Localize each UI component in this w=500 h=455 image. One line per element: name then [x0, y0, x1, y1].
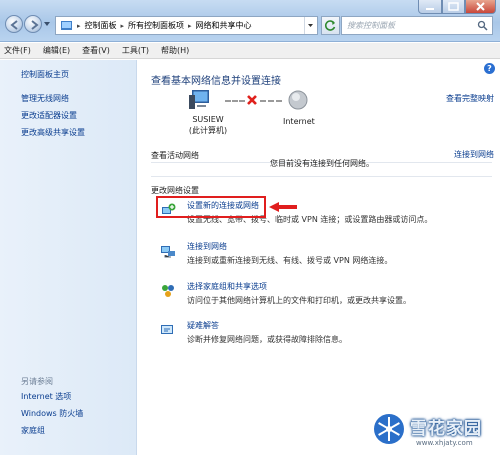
see-also-firewall[interactable]: Windows 防火墙: [21, 408, 83, 420]
watermark: 雪花家园 www.xhjaty.com: [372, 412, 497, 452]
see-also-title: 另请参阅: [21, 377, 53, 386]
task-title[interactable]: 选择家庭组和共享选项: [187, 281, 267, 292]
connection-line: [225, 100, 245, 102]
menu-view[interactable]: 查看(V): [82, 45, 110, 56]
address-field[interactable]: ▸ 控制面板 ▸ 所有控制面板项 ▸ 网络和共享中心: [55, 16, 318, 35]
snowflake-logo-icon: [374, 414, 404, 444]
task-title[interactable]: 疑难解答: [187, 320, 219, 331]
address-bar: ▸ 控制面板 ▸ 所有控制面板项 ▸ 网络和共享中心 搜索控制面板: [0, 0, 500, 42]
chevron-down-icon: [308, 24, 313, 27]
change-settings-title: 更改网络设置: [151, 186, 199, 195]
breadcrumb-separator: ▸: [188, 21, 192, 30]
forward-button[interactable]: [24, 15, 42, 33]
main-content: ? 查看基本网络信息并设置连接 查看完整映射 SUSIEW (此计算机) Int…: [138, 60, 500, 455]
maximize-button[interactable]: [442, 0, 465, 14]
menu-tools[interactable]: 工具(T): [122, 45, 149, 56]
refresh-icon: [324, 20, 336, 31]
see-also-links: Internet 选项 Windows 防火墙 家庭组: [21, 391, 83, 442]
watermark-title: 雪花家园: [410, 419, 482, 439]
breadcrumb-network-center[interactable]: 网络和共享中心: [196, 20, 252, 31]
page-title: 查看基本网络信息并设置连接: [151, 76, 281, 87]
computer-sub: (此计算机): [188, 126, 228, 135]
task-desc: 诊断并修复网络问题，或获得故障排除信息。: [187, 335, 347, 344]
breadcrumb-all-items[interactable]: 所有控制面板项: [128, 20, 184, 31]
minimize-icon: [426, 8, 434, 10]
connect-network-link[interactable]: 连接到网络: [454, 149, 494, 160]
task-desc: 连接到或重新连接到无线、有线、拨号或 VPN 网络连接。: [187, 256, 393, 265]
highlight-box: [156, 196, 266, 218]
arrow-left-icon: [10, 20, 18, 30]
maximize-icon: [448, 2, 459, 11]
close-button[interactable]: [465, 0, 496, 14]
computer-icon: [189, 90, 209, 109]
arrow-right-icon: [31, 20, 39, 30]
breadcrumb-control-panel[interactable]: 控制面板: [85, 20, 117, 31]
sidebar-item-advanced-sharing[interactable]: 更改高级共享设置: [21, 127, 85, 139]
task-title[interactable]: 连接到网络: [187, 241, 227, 252]
active-networks-title: 查看活动网络: [151, 151, 199, 160]
sidebar-home-link[interactable]: 控制面板主页: [21, 69, 69, 80]
connect-network-icon: [161, 246, 175, 258]
network-diagram: SUSIEW (此计算机) Internet: [188, 89, 388, 145]
address-dropdown-button[interactable]: [304, 17, 317, 34]
search-input[interactable]: 搜索控制面板: [341, 16, 493, 35]
close-icon: [476, 2, 485, 11]
menu-file[interactable]: 文件(F): [4, 45, 31, 56]
task-desc: 访问位于其他网络计算机上的文件和打印机，或更改共享设置。: [187, 296, 411, 305]
see-also-internet-options[interactable]: Internet 选项: [21, 391, 83, 403]
computer-name: SUSIEW: [192, 115, 224, 124]
menu-edit[interactable]: 编辑(E): [43, 45, 70, 56]
breadcrumb-separator: ▸: [120, 21, 125, 30]
search-placeholder: 搜索控制面板: [347, 21, 395, 30]
history-dropdown-icon[interactable]: [44, 21, 50, 27]
control-panel-icon: [61, 21, 72, 30]
troubleshoot-icon: [161, 325, 173, 334]
back-button[interactable]: [5, 15, 23, 33]
watermark-url: www.xhjaty.com: [416, 439, 473, 447]
sidebar-item-manage-wireless[interactable]: 管理无线网络: [21, 93, 85, 105]
connection-line: [260, 100, 282, 102]
not-connected-message: 您目前没有连接到任何网络。: [270, 159, 374, 168]
search-icon: [477, 20, 488, 31]
internet-label: Internet: [283, 117, 315, 126]
sidebar: 控制面板主页 管理无线网络 更改适配器设置 更改高级共享设置 另请参阅 Inte…: [0, 60, 137, 455]
menu-help[interactable]: 帮助(H): [161, 45, 189, 56]
menu-bar: 文件(F) 编辑(E) 查看(V) 工具(T) 帮助(H): [0, 43, 500, 59]
see-also-homegroup[interactable]: 家庭组: [21, 425, 83, 437]
globe-icon: [288, 90, 308, 110]
full-map-link[interactable]: 查看完整映射: [446, 93, 494, 104]
divider: [151, 176, 492, 177]
computer-name-label: SUSIEW (此计算机): [183, 114, 233, 136]
breadcrumb-separator: ▸: [77, 21, 81, 30]
homegroup-icon: [162, 285, 174, 297]
minimize-button[interactable]: [418, 0, 442, 14]
sidebar-links: 管理无线网络 更改适配器设置 更改高级共享设置: [21, 93, 85, 144]
pointer-arrow-icon: [269, 202, 297, 212]
help-button[interactable]: ?: [484, 63, 495, 74]
disconnected-x-icon: [247, 95, 257, 105]
refresh-button[interactable]: [321, 16, 340, 35]
sidebar-item-adapter-settings[interactable]: 更改适配器设置: [21, 110, 85, 122]
